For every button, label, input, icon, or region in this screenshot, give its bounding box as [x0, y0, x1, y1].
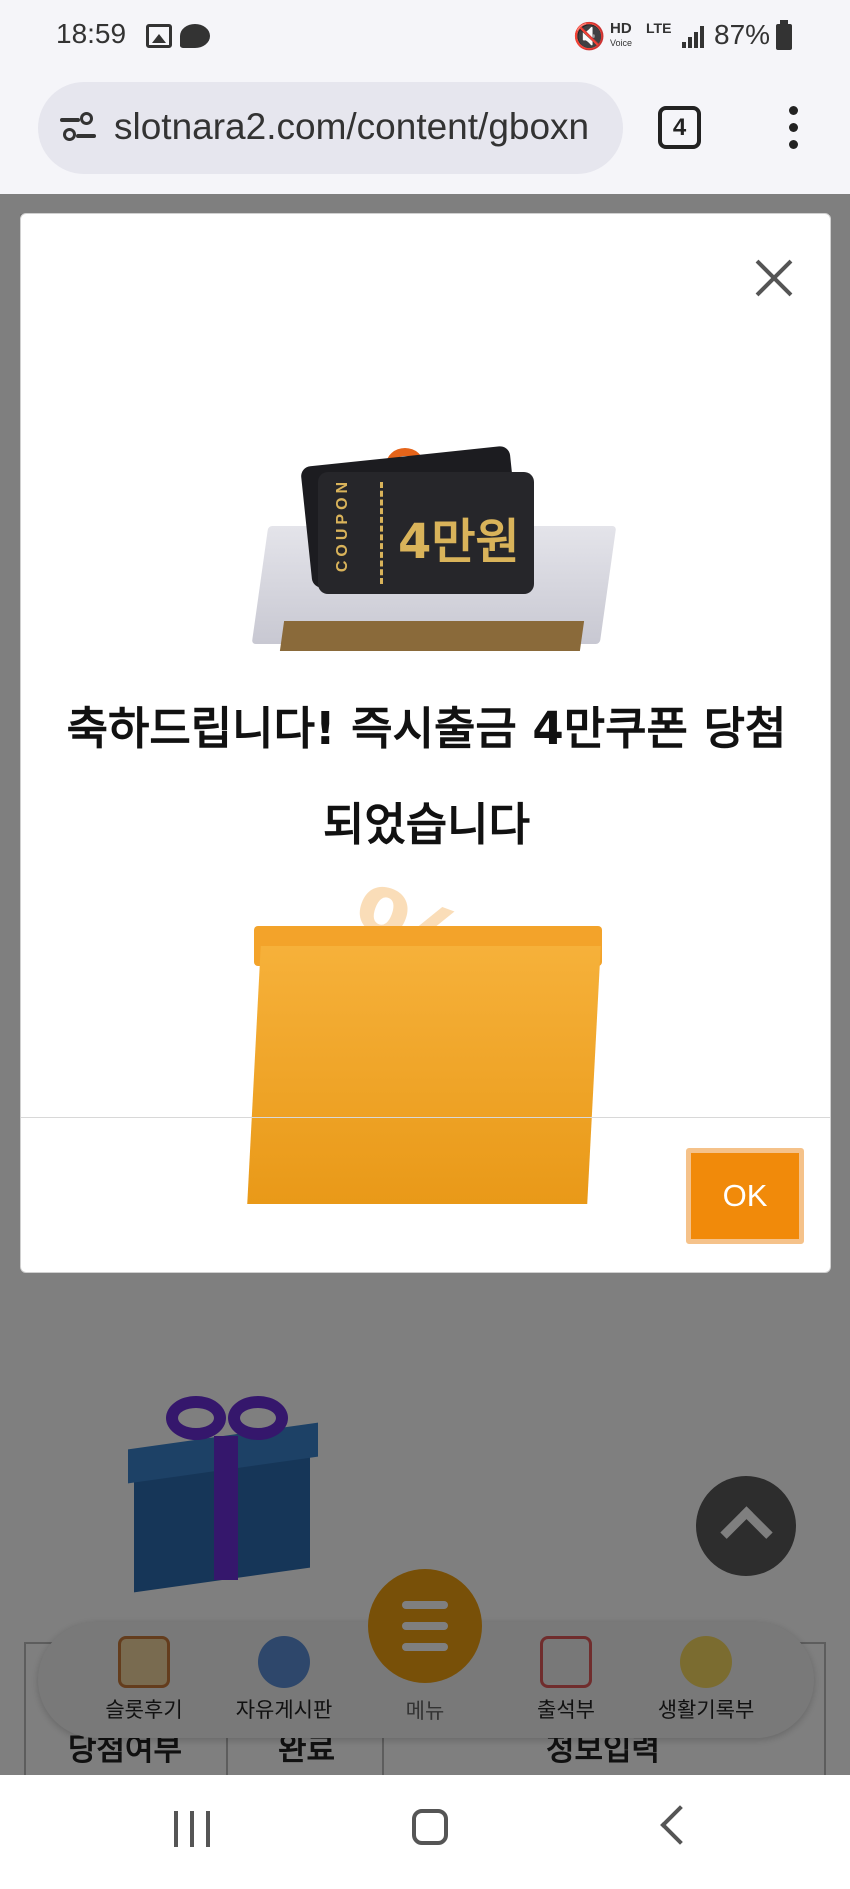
- battery-percent: 87%: [714, 19, 771, 50]
- message-line-2: 되었습니다: [322, 798, 530, 851]
- hd-sub-label: Voice: [610, 38, 633, 48]
- recents-icon[interactable]: [174, 1811, 212, 1847]
- coupon-side-text: COUPON: [334, 477, 352, 573]
- battery-icon: [776, 20, 792, 50]
- gallery-notification-icon: [146, 24, 172, 48]
- system-navigation-bar: [0, 1775, 850, 1889]
- back-icon[interactable]: [660, 1805, 700, 1845]
- address-bar[interactable]: slotnara2.com/content/gboxn: [38, 82, 623, 174]
- status-time: 18:59: [56, 18, 127, 49]
- coupon-value: 4만원: [398, 514, 520, 570]
- message-notification-icon: [180, 24, 210, 48]
- more-options-icon[interactable]: [786, 106, 800, 150]
- hd-label: HD: [610, 20, 632, 37]
- mute-icon: 🔇: [573, 22, 606, 52]
- message-line-1: 축하드립니다! 즉시출금 4만쿠폰 당첨: [66, 702, 787, 755]
- close-icon[interactable]: [750, 254, 798, 302]
- signal-icon: [682, 26, 708, 48]
- browser-toolbar: slotnara2.com/content/gboxn 4: [0, 76, 850, 194]
- modal-message: 축하드립니다! 즉시출금 4만쿠폰 당첨 되었습니다: [21, 681, 832, 873]
- tab-switcher-button[interactable]: 4: [658, 106, 701, 149]
- ok-button[interactable]: OK: [686, 1148, 804, 1244]
- lte-icon: LTE: [646, 20, 672, 36]
- url-text[interactable]: slotnara2.com/content/gboxn: [114, 106, 604, 148]
- status-bar: 18:59 🔇 HD Voice LTE 87%: [0, 0, 850, 76]
- site-settings-icon[interactable]: [60, 112, 96, 144]
- hd-voice-icon: HD Voice: [610, 20, 633, 50]
- orange-gift-box: [247, 946, 601, 1204]
- modal-divider: [21, 1117, 830, 1118]
- coupon-win-dialog: COUPON 4만원 % 축하드립니다! 즉시출금 4만쿠폰 당첨 되었습니다 …: [20, 213, 831, 1273]
- home-icon[interactable]: [412, 1809, 448, 1845]
